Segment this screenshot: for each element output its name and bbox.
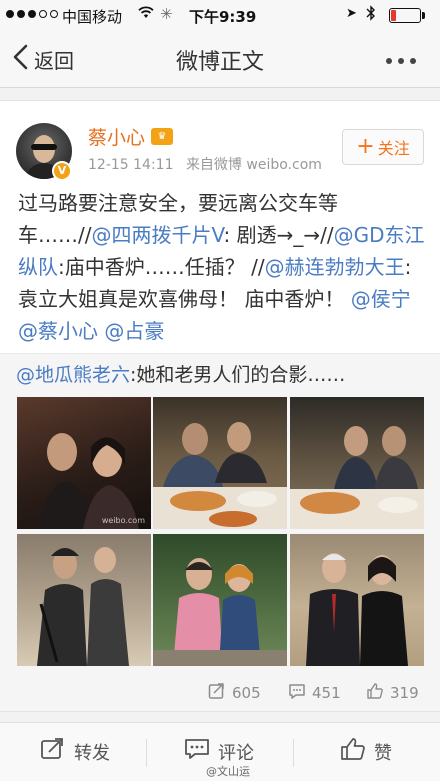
comment-button[interactable]: 评论 [184, 737, 254, 766]
vip-member-icon: ♛ [151, 128, 173, 145]
repost-icon [40, 737, 66, 766]
status-time: 下午9:39 [189, 8, 257, 26]
back-button[interactable]: 返回 [12, 44, 74, 75]
back-label: 返回 [34, 49, 74, 73]
repost-button[interactable]: 转发 [40, 737, 110, 766]
nav-bar: 返回 微博正文 [0, 30, 440, 88]
mention-link[interactable]: @蔡小心 [18, 319, 98, 343]
photo-thumbnail[interactable] [17, 534, 151, 666]
signal-dot [39, 10, 47, 18]
signal-dot [50, 10, 58, 18]
comment-label: 评论 [218, 742, 254, 764]
image-watermark: @文山运 [206, 765, 250, 778]
battery-cap [422, 12, 425, 19]
like-count[interactable]: 319 [366, 682, 419, 704]
more-options-button[interactable] [386, 58, 416, 64]
photo-watermark: weibo.com [101, 516, 145, 525]
post-source: 来自微博 weibo.com [185, 157, 322, 173]
carrier-name: 中国移动 [62, 8, 123, 26]
divider [146, 739, 147, 767]
repost-label: 转发 [74, 742, 110, 764]
more-dot-icon [398, 58, 404, 64]
post-body: 过马路要注意安全，要远离公交车等车……//@四两拨千片V: 剧透→_→//@GD… [18, 187, 426, 347]
signal-dot [6, 10, 14, 18]
loading-icon: ✳ [160, 5, 173, 23]
author-name[interactable]: 蔡小心 [88, 123, 145, 150]
wifi-icon [138, 6, 154, 23]
post-timestamp: 12-15 14:11 [88, 157, 174, 173]
verified-badge-icon: V [52, 161, 72, 181]
retweet-block[interactable]: @地瓜熊老六:她和老男人们的合影…… weibo.com 605 451 319 [0, 353, 440, 711]
battery-icon [389, 8, 421, 23]
location-icon: ➤ [346, 6, 357, 21]
mention-link[interactable]: @侯宁 [351, 287, 411, 311]
photo-thumbnail[interactable] [153, 534, 287, 666]
photo-thumbnail[interactable]: weibo.com [17, 397, 151, 529]
retweet-text-segment: :她和老男人们的合影…… [130, 364, 346, 386]
like-count-value: 319 [390, 684, 419, 702]
signal-strength-icon [6, 10, 58, 18]
signal-dot [28, 10, 36, 18]
post-card: V 蔡小心 ♛ 12-15 14:11 来自微博 weibo.com + 关注 … [0, 100, 440, 712]
repost-count[interactable]: 605 [208, 682, 261, 704]
mention-link[interactable]: @四两拨千片V [91, 223, 223, 247]
comment-icon [184, 737, 210, 766]
plus-icon: + [356, 134, 375, 159]
chevron-left-icon [12, 44, 30, 75]
post-text-segment: :庙中香炉……任插？ // [58, 255, 265, 279]
post-text-segment: : 剧透→_→// [223, 223, 334, 247]
comment-count[interactable]: 451 [288, 682, 341, 704]
repost-icon [208, 682, 226, 704]
thumbs-up-icon [340, 737, 366, 766]
comment-count-value: 451 [312, 684, 341, 702]
like-label: 赞 [374, 742, 392, 764]
signal-dot [17, 10, 25, 18]
mention-link[interactable]: @占豪 [104, 319, 164, 343]
repost-count-value: 605 [232, 684, 261, 702]
photo-thumbnail[interactable] [290, 534, 424, 666]
photo-thumbnail[interactable] [153, 397, 287, 529]
follow-label: 关注 [377, 139, 410, 158]
bluetooth-icon [366, 5, 376, 25]
like-button[interactable]: 赞 [340, 737, 392, 766]
photo-thumbnail[interactable] [290, 397, 424, 529]
post-meta: 12-15 14:11 来自微博 weibo.com [88, 154, 330, 174]
follow-button[interactable]: + 关注 [342, 129, 424, 165]
mention-link[interactable]: @赫连勃勃大王 [265, 255, 405, 279]
retweet-text: @地瓜熊老六:她和老男人们的合影…… [16, 360, 345, 390]
status-bar: 中国移动 ✳ 下午9:39 ➤ [0, 0, 440, 30]
comment-icon [288, 682, 306, 704]
more-dot-icon [386, 58, 392, 64]
thumbs-up-icon [366, 682, 384, 704]
mention-link[interactable]: @地瓜熊老六 [16, 364, 130, 386]
divider [293, 739, 294, 767]
more-dot-icon [410, 58, 416, 64]
